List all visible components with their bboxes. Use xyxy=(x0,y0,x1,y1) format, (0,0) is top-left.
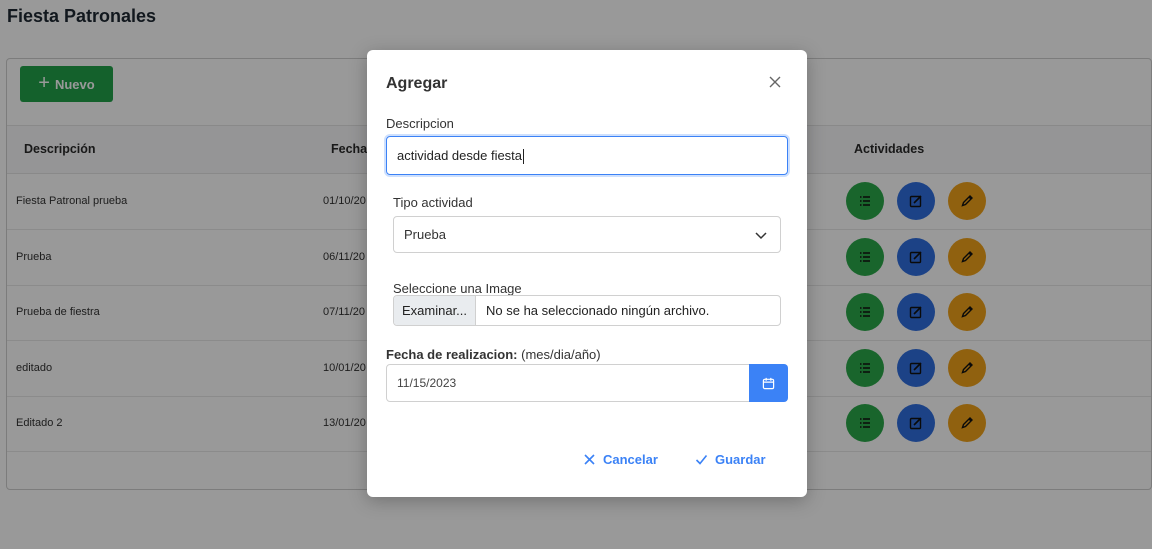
check-icon xyxy=(695,454,708,465)
add-modal: Agregar Descripcion actividad desde fies… xyxy=(367,50,807,497)
cancel-button[interactable]: Cancelar xyxy=(583,452,658,467)
calendar-icon xyxy=(762,377,775,389)
activity-type-select[interactable]: Prueba xyxy=(393,216,781,253)
x-icon xyxy=(584,454,595,465)
activity-type-value: Prueba xyxy=(404,227,446,242)
cancel-label: Cancelar xyxy=(603,452,658,467)
file-status: No se ha seleccionado ningún archivo. xyxy=(486,303,710,318)
date-label: Fecha de realizacion: xyxy=(386,347,518,362)
chevron-down-icon xyxy=(755,232,767,240)
image-label: Seleccione una Image xyxy=(393,281,522,296)
date-input[interactable]: 11/15/2023 xyxy=(386,364,750,402)
save-button[interactable]: Guardar xyxy=(695,452,766,467)
modal-title: Agregar xyxy=(386,75,448,92)
date-label-group: Fecha de realizacion: (mes/dia/año) xyxy=(386,347,601,362)
close-icon[interactable] xyxy=(767,74,783,90)
save-label: Guardar xyxy=(715,452,766,467)
date-format-hint: (mes/dia/año) xyxy=(521,347,601,362)
description-input[interactable]: actividad desde fiesta xyxy=(386,136,788,175)
date-field: 11/15/2023 xyxy=(386,364,788,402)
description-value: actividad desde fiesta xyxy=(397,148,523,163)
calendar-button[interactable] xyxy=(749,364,788,402)
description-label: Descripcion xyxy=(386,116,454,131)
text-caret xyxy=(523,149,525,165)
activity-type-label: Tipo actividad xyxy=(393,195,473,210)
image-file-input[interactable]: Examinar... No se ha seleccionado ningún… xyxy=(393,295,781,326)
browse-button[interactable]: Examinar... xyxy=(394,296,476,325)
